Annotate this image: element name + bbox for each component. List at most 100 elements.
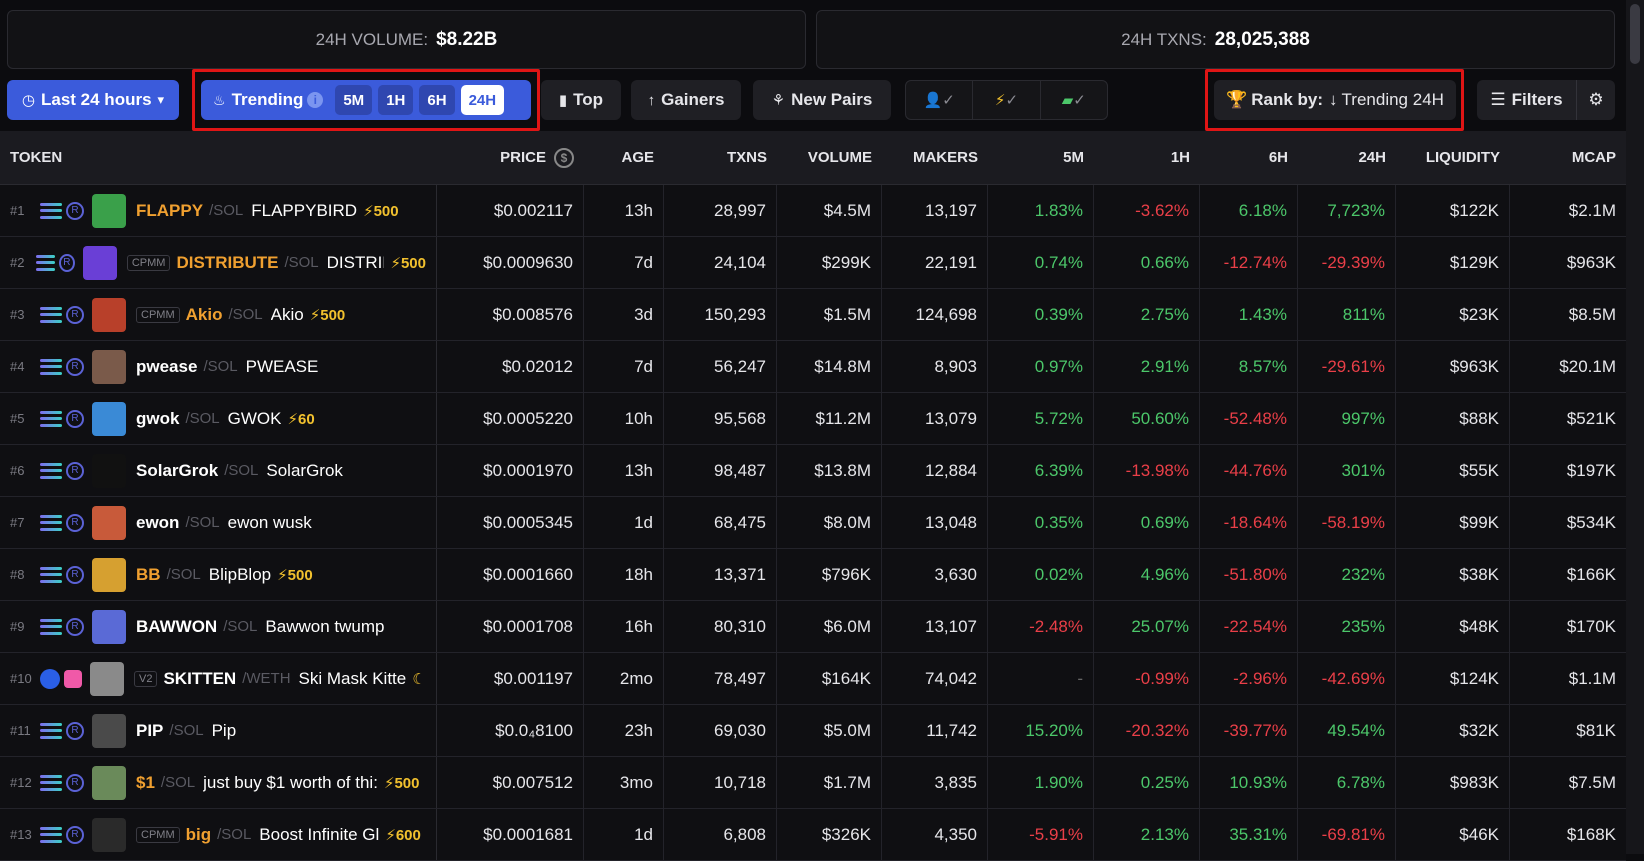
liquidity-cell: $88K <box>1396 393 1510 444</box>
txns-cell: 10,718 <box>664 757 777 808</box>
filters-button[interactable]: ☰ Filters <box>1477 80 1577 120</box>
change-6h-cell: -12.74% <box>1200 237 1298 288</box>
token-cell: #5 Rgwok/SOL GWOK ⚡60 <box>0 393 437 444</box>
sprout-icon: ⚘ <box>771 92 786 109</box>
scrollbar-thumb[interactable] <box>1630 4 1640 64</box>
col-token[interactable]: TOKEN <box>0 131 437 184</box>
table-row[interactable]: #10 V2 SKITTEN/WETH Ski Mask Kitte ☾ $0.00119… <box>0 653 1626 705</box>
table-row[interactable]: #11 R PIP/SOL Pip $0.0₄8100 23h 69,030 $5.0M 11,… <box>0 705 1626 757</box>
table-row[interactable]: #13 R CPMM big/SOL Boost Infinite Gl ⚡600 $0.0… <box>0 809 1626 861</box>
price-cell: $0.02012 <box>437 341 584 392</box>
token-avatar <box>92 765 126 800</box>
rank-number: #3 <box>10 307 25 322</box>
trending-button[interactable]: ♨ Trending i 5M 1H 6H 24H <box>201 80 531 120</box>
col-liquidity[interactable]: LIQUIDITY <box>1396 131 1510 184</box>
price-cell: $0.0₄8100 <box>437 705 584 756</box>
quote-token: /SOL <box>185 410 220 427</box>
col-volume[interactable]: VOLUME <box>777 131 882 184</box>
mcap-cell: $8.5M <box>1568 304 1616 324</box>
rank-number: #10 <box>10 671 32 686</box>
table-row[interactable]: #5 Rgwok/SOL GWOK ⚡60 $0.0005220 10h 95,568 $11… <box>0 393 1626 445</box>
token-symbol: PIP <box>136 720 164 740</box>
price-cell: $0.0001970 <box>437 445 584 496</box>
price-cell: $0.0001660 <box>437 549 584 600</box>
solana-chain-icon <box>40 358 62 375</box>
change-24h-cell: -69.81% <box>1298 809 1396 860</box>
mcap-cell: $20.1M <box>1559 356 1616 376</box>
ads-filter-toggle[interactable]: ▰ ✓ <box>1041 81 1107 119</box>
gainers-button[interactable]: ↑ Gainers <box>631 80 741 120</box>
col-age[interactable]: AGE <box>584 131 664 184</box>
token-cell: #9 R BAWWON/SOL Bawwon twump <box>0 601 437 652</box>
token-cell: #7 Rewon/SOL ewon wusk <box>0 497 437 548</box>
info-icon[interactable]: i <box>307 92 324 108</box>
table-row[interactable]: #3 R CPMM Akio/SOL Akio ⚡500 $0.008576 3d 150,29… <box>0 289 1626 341</box>
col-price[interactable]: PRICE $ <box>437 131 584 184</box>
change-1h-cell: -0.99% <box>1094 653 1200 704</box>
col-1h[interactable]: 1H <box>1094 131 1200 184</box>
token-cell: #13 R CPMM big/SOL Boost Infinite Gl ⚡600 <box>0 809 437 860</box>
change-5m-cell: 1.83% <box>988 185 1094 236</box>
new-pairs-button[interactable]: ⚘ New Pairs <box>753 80 891 120</box>
col-txns[interactable]: TXNS <box>664 131 777 184</box>
liquidity-cell: $129K <box>1396 237 1510 288</box>
scrollbar[interactable] <box>1626 0 1644 854</box>
settings-button[interactable]: ⚙ <box>1577 80 1615 120</box>
col-24h[interactable]: 24H <box>1298 131 1396 184</box>
boost-filter-toggle[interactable]: ⚡ ✓ <box>973 81 1041 119</box>
rank-number: #5 <box>10 411 25 426</box>
makers-cell: 13,197 <box>882 185 988 236</box>
price-cell: $0.0005345 <box>437 497 584 548</box>
table-row[interactable]: #9 R BAWWON/SOL Bawwon twump $0.0001708 16h 80… <box>0 601 1626 653</box>
mcap-cell: $168K <box>1566 824 1616 844</box>
top-button[interactable]: ▮ Top <box>541 80 621 120</box>
col-5m[interactable]: 5M <box>988 131 1094 184</box>
token-cell: #2 R CPMM DISTRIBUTE/SOL DISTRIE ⚡500 <box>0 237 437 288</box>
table-row[interactable]: #12 R $1/SOL just buy $1 worth of thi: ⚡500 $… <box>0 757 1626 809</box>
quote-token: /SOL <box>209 202 244 219</box>
makers-cell: 3,630 <box>882 549 988 600</box>
timerange-dropdown[interactable]: ◷ Last 24 hours ▾ <box>7 80 179 120</box>
quote-token: /SOL <box>228 306 263 323</box>
txns-cell: 80,310 <box>664 601 777 652</box>
col-mcap[interactable]: MCAP <box>1510 131 1626 184</box>
table-row[interactable]: #7 Rewon/SOL ewon wusk $0.0005345 1d 68,475 $8… <box>0 497 1626 549</box>
table-row[interactable]: #6 R SolarGrok/SOL SolarGrok $0.0001970 13h 98… <box>0 445 1626 497</box>
token-avatar <box>92 817 126 852</box>
uniswap-dex-icon <box>64 669 82 688</box>
change-6h-cell: 10.93% <box>1200 757 1298 808</box>
solana-chain-icon <box>40 826 62 843</box>
change-1h-cell: 2.91% <box>1094 341 1200 392</box>
table-row[interactable]: #2 R CPMM DISTRIBUTE/SOL DISTRIE ⚡500 $0.00096… <box>0 237 1626 289</box>
change-24h-cell: 235% <box>1298 601 1396 652</box>
rank-by-button[interactable]: 🏆 Rank by: ↓ Trending 24H <box>1214 80 1456 120</box>
token-name: SolarGrok <box>266 460 343 480</box>
change-6h-cell: -22.54% <box>1200 601 1298 652</box>
arrow-down-icon: ↓ <box>1329 90 1338 109</box>
volume-cell: $13.8M <box>777 445 882 496</box>
col-6h[interactable]: 6H <box>1200 131 1298 184</box>
timeframe-6h[interactable]: 6H <box>419 85 455 115</box>
rank-number: #7 <box>10 515 25 530</box>
top-label: Top <box>573 90 604 109</box>
txns-cell: 95,568 <box>664 393 777 444</box>
table-row[interactable]: #1 R FLAPPY/SOL FLAPPYBIRD ⚡500 $0.002117 13h 2… <box>0 185 1626 237</box>
rank-number: #2 <box>10 255 25 270</box>
change-6h-cell: -2.96% <box>1200 653 1298 704</box>
gear-icon: ⚙ <box>1588 90 1604 109</box>
raydium-dex-icon: R <box>66 357 84 376</box>
age-cell: 3mo <box>584 757 664 808</box>
liquidity-cell: $38K <box>1396 549 1510 600</box>
table-row[interactable]: #8 R BB/SOL BlipBlop ⚡500 $0.0001660 18h 13,371… <box>0 549 1626 601</box>
timeframe-5m[interactable]: 5M <box>335 85 373 115</box>
change-24h-cell: -58.19% <box>1298 497 1396 548</box>
change-24h-cell: -29.61% <box>1298 341 1396 392</box>
col-makers[interactable]: MAKERS <box>882 131 988 184</box>
timeframe-1h[interactable]: 1H <box>378 85 414 115</box>
timeframe-24h[interactable]: 24H <box>460 85 505 115</box>
token-symbol: FLAPPY <box>136 200 204 220</box>
table-row[interactable]: #4 Rpwease/SOL PWEASE $0.02012 7d 56,247 $14.8… <box>0 341 1626 393</box>
clock-icon: ◷ <box>21 92 35 109</box>
age-cell: 10h <box>584 393 664 444</box>
profile-filter-toggle[interactable]: 👤✓ <box>906 81 974 119</box>
